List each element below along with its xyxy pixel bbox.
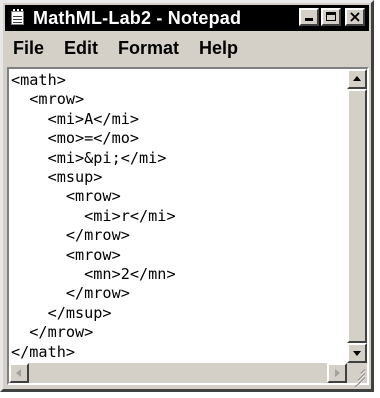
size-grip-icon[interactable] <box>347 363 367 389</box>
code-block: <math> <mrow> <mi>A</mi> <mo>=</mo> <mi>… <box>9 69 347 362</box>
vertical-scroll-thumb[interactable] <box>347 89 367 343</box>
window-title: MathML-Lab2 - Notepad <box>33 7 242 28</box>
menu-format[interactable]: Format <box>108 35 189 61</box>
code-line: <math> <box>11 71 66 89</box>
text-editor[interactable]: <math> <mrow> <mi>A</mi> <mo>=</mo> <mi>… <box>7 67 369 389</box>
text-area[interactable]: <math> <mrow> <mi>A</mi> <mo>=</mo> <mi>… <box>9 69 347 363</box>
horizontal-scrollbar[interactable] <box>9 363 347 383</box>
menu-file[interactable]: File <box>5 35 54 61</box>
minimize-icon <box>305 18 313 21</box>
close-button[interactable]: × <box>345 7 365 26</box>
notepad-window: MathML-Lab2 - Notepad × File Edit Format… <box>0 0 374 392</box>
code-line: <mrow> <box>11 245 121 264</box>
code-line: </mrow> <box>11 226 130 245</box>
menu-edit[interactable]: Edit <box>54 35 108 61</box>
title-buttons: × <box>299 7 365 26</box>
scroll-left-button[interactable] <box>9 363 29 383</box>
maximize-icon <box>326 12 336 21</box>
code-line: <mi>r</mi> <box>11 206 176 225</box>
code-line: <mn>2</mn> <box>11 265 176 284</box>
code-line: <mrow> <box>11 187 121 206</box>
code-line: </math> <box>11 342 76 361</box>
code-line: </msup> <box>11 303 112 322</box>
scroll-right-button[interactable] <box>327 363 347 383</box>
scroll-down-button[interactable] <box>347 343 367 363</box>
code-line: <msup> <box>11 168 103 187</box>
arrow-left-icon <box>16 369 21 377</box>
scroll-up-button[interactable] <box>347 69 367 89</box>
arrow-up-icon <box>353 76 361 81</box>
code-line: <mi>A</mi> <box>11 109 140 128</box>
title-bar[interactable]: MathML-Lab2 - Notepad × <box>5 5 369 31</box>
notepad-icon[interactable] <box>9 9 27 27</box>
arrow-right-icon <box>335 369 340 377</box>
close-icon: × <box>348 7 362 26</box>
maximize-button[interactable] <box>321 8 341 26</box>
menu-bar: File Edit Format Help <box>5 35 369 61</box>
code-line: <mi>&pi;</mi> <box>11 148 167 167</box>
minimize-button[interactable] <box>299 8 319 26</box>
code-line: <mo>=</mo> <box>11 129 140 148</box>
code-line: <mrow> <box>11 90 85 109</box>
menu-help[interactable]: Help <box>189 35 248 61</box>
vertical-scrollbar[interactable] <box>347 69 367 363</box>
arrow-down-icon <box>353 351 361 356</box>
code-line: </mrow> <box>11 284 130 303</box>
code-line: </mrow> <box>11 323 94 342</box>
